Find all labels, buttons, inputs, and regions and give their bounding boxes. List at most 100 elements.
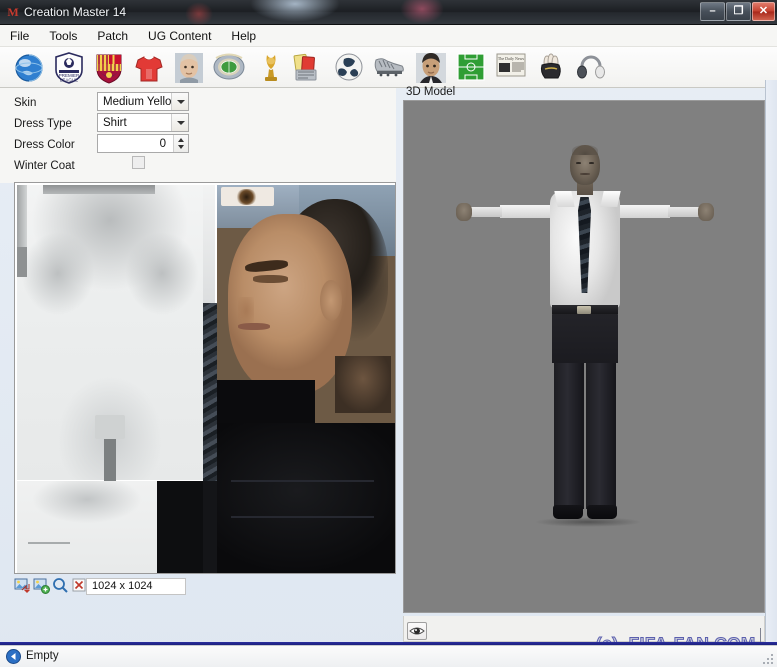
texture-dark-column xyxy=(203,481,217,573)
texture-toolbar: 1024 x 1024 xyxy=(14,577,396,598)
toolbar-team-button[interactable] xyxy=(90,50,128,86)
export-image-button[interactable] xyxy=(33,577,51,595)
stepper-up-icon[interactable] xyxy=(178,138,184,142)
properties-form: Skin Medium Yellow Dress Type Shirt Dres… xyxy=(0,88,396,183)
texture-mouth xyxy=(238,323,271,331)
dress-color-stepper[interactable]: 0 xyxy=(97,134,189,153)
toolbar-audio-button[interactable] xyxy=(572,50,610,86)
toolbar-cards-button[interactable] xyxy=(290,50,328,86)
title-bar[interactable]: M Creation Master 14 – ❐ ✕ xyxy=(0,0,777,26)
model-hand-left xyxy=(456,203,472,221)
app-icon: M xyxy=(7,5,19,19)
texture-trousers-region xyxy=(217,423,395,573)
minimize-button[interactable]: – xyxy=(700,2,725,21)
close-icon: ✕ xyxy=(758,5,769,17)
menu-item-patch[interactable]: Patch xyxy=(87,25,138,47)
pitch-icon xyxy=(457,53,485,81)
toolbar-league-button[interactable]: PREMIER LEAGUE xyxy=(50,50,88,86)
texture-face-region xyxy=(217,185,395,423)
minimize-icon: – xyxy=(709,5,716,17)
model-hand-right xyxy=(698,203,714,221)
toolbar-globe-button[interactable] xyxy=(10,50,48,86)
right-docked-panel-tab[interactable]: Empty xyxy=(765,80,777,642)
application-window: M Creation Master 14 – ❐ ✕ File Tools Pa… xyxy=(0,0,777,667)
menu-bar: File Tools Patch UG Content Help xyxy=(0,25,777,47)
chevron-down-icon[interactable] xyxy=(171,114,188,131)
skin-select[interactable]: Medium Yellow xyxy=(97,92,189,111)
model-forearm-left xyxy=(470,207,502,217)
toolbar-manager-button[interactable] xyxy=(412,50,450,86)
magnifier-icon xyxy=(53,578,68,593)
texture-tie-knot xyxy=(95,415,125,439)
boot-icon xyxy=(374,58,404,77)
model-ground-shadow xyxy=(534,517,642,527)
model-mouth xyxy=(580,173,590,175)
menu-item-help[interactable]: Help xyxy=(221,25,266,47)
chevron-down-icon[interactable] xyxy=(171,93,188,110)
menu-item-file[interactable]: File xyxy=(0,25,39,47)
toolbar-pitch-button[interactable] xyxy=(452,50,490,86)
texture-tie-stripe-strip xyxy=(203,303,217,481)
winter-coat-checkbox[interactable] xyxy=(132,156,145,169)
stepper-arrows[interactable] xyxy=(173,135,188,152)
glove-icon xyxy=(540,53,561,79)
dress-color-value: 0 xyxy=(159,138,166,150)
dress-type-value: Shirt xyxy=(103,117,127,129)
texture-fold-upper xyxy=(231,480,374,482)
texture-white-sliver xyxy=(203,185,215,303)
toolbar-trophy-button[interactable] xyxy=(252,50,290,86)
toolbar-news-button[interactable]: The Daily News xyxy=(492,50,530,86)
texture-shadow xyxy=(217,380,315,423)
import-image-button[interactable] xyxy=(14,577,32,595)
texture-nose xyxy=(238,296,255,326)
status-back-arrow-icon[interactable] xyxy=(6,649,21,664)
ball-icon xyxy=(335,53,363,81)
manager-face-icon xyxy=(416,53,446,83)
zoom-button[interactable] xyxy=(52,577,70,595)
toolbar-ball-button[interactable] xyxy=(330,50,368,86)
model-trousers xyxy=(552,311,618,363)
texture-fold-lower xyxy=(231,516,374,518)
dress-color-label: Dress Color xyxy=(14,139,75,151)
resize-grip[interactable] xyxy=(761,652,775,666)
winter-coat-label: Winter Coat xyxy=(14,160,75,172)
close-button[interactable]: ✕ xyxy=(752,2,775,21)
toolbar-boot-button[interactable] xyxy=(370,50,408,86)
dress-type-label: Dress Type xyxy=(14,118,72,130)
model-eye-left xyxy=(576,161,581,164)
dress-type-select[interactable]: Shirt xyxy=(97,113,189,132)
maximize-button[interactable]: ❐ xyxy=(726,2,751,21)
texture-eye-detail xyxy=(234,188,258,206)
toolbar-kit-button[interactable] xyxy=(130,50,168,86)
texture-dark-block-left xyxy=(157,481,203,573)
model-arm-right xyxy=(616,205,670,218)
model-preview-toggle-button[interactable] xyxy=(407,622,427,640)
texture-preview-panel[interactable] xyxy=(14,182,396,574)
toolbar-player-button[interactable] xyxy=(170,50,208,86)
stepper-down-icon[interactable] xyxy=(178,145,184,149)
model-shoe-left xyxy=(553,505,583,519)
globe-icon xyxy=(15,54,43,82)
texture-shirt-region xyxy=(17,185,203,486)
toolbar-glove-button[interactable] xyxy=(532,50,570,86)
model-eye-right xyxy=(589,161,594,164)
model-figure xyxy=(404,101,764,612)
model-collar-right xyxy=(600,191,621,207)
model-head xyxy=(570,145,600,185)
svg-text:The Daily News: The Daily News xyxy=(498,56,525,61)
jersey-icon xyxy=(135,56,163,82)
menu-item-ug-content[interactable]: UG Content xyxy=(138,25,221,47)
title-bar-glass-tint-right xyxy=(400,0,444,24)
model-shoe-right xyxy=(587,505,617,519)
status-bar: Empty xyxy=(0,645,777,667)
newspaper-icon: The Daily News xyxy=(496,53,526,77)
model-viewport[interactable] xyxy=(403,100,765,613)
toolbar-stadium-button[interactable] xyxy=(210,50,248,86)
trophy-icon xyxy=(265,55,277,81)
main-toolbar: PREMIER LEAGUE The Daily News xyxy=(0,47,777,88)
eye-icon xyxy=(409,627,425,635)
menu-item-tools[interactable]: Tools xyxy=(39,25,87,47)
headphones-icon xyxy=(577,55,605,79)
cards-icon xyxy=(293,53,317,81)
window-title: Creation Master 14 xyxy=(24,5,127,19)
